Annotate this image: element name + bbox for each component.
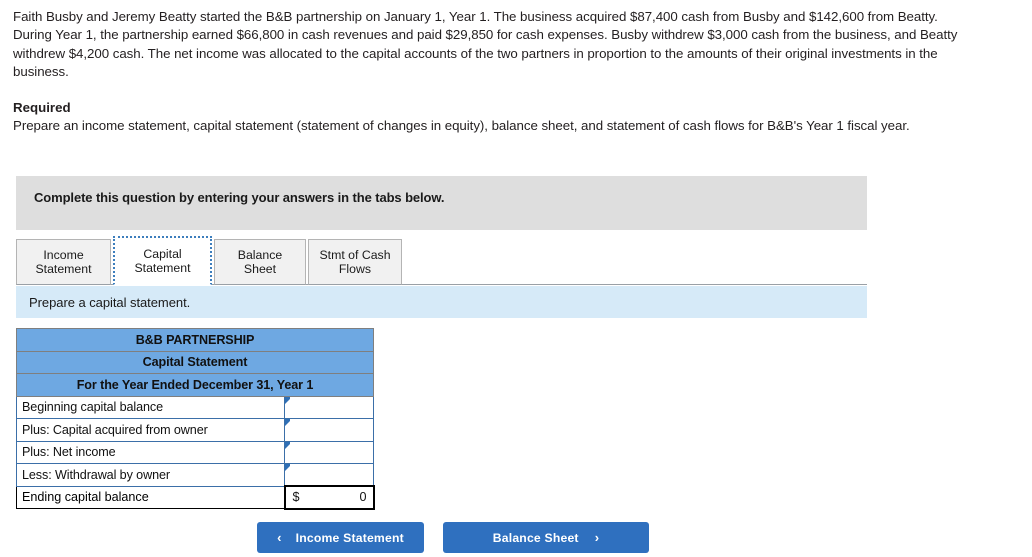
table-title-row: B&B PARTNERSHIP: [16, 328, 374, 352]
dropdown-marker-icon: [285, 396, 290, 404]
table-title-row: For the Year Ended December 31, Year 1: [16, 373, 374, 397]
table-total-row: Ending capital balance $ 0: [16, 485, 375, 510]
statement-tabs: Income Statement Capital Statement Balan…: [16, 236, 867, 285]
table-title-row: Capital Statement: [16, 350, 374, 374]
chevron-left-icon: ‹: [277, 530, 282, 545]
navigation-button-group: ‹ Income Statement Balance Sheet ›: [257, 522, 649, 553]
row-label-beginning-capital-balance[interactable]: Beginning capital balance: [16, 395, 285, 419]
required-heading: Required: [13, 100, 71, 115]
next-balance-sheet-button[interactable]: Balance Sheet ›: [443, 522, 649, 553]
dropdown-marker-icon: [285, 419, 290, 426]
tab-balance-sheet[interactable]: Balance Sheet: [214, 239, 306, 285]
row-label-withdrawal-by-owner[interactable]: Less: Withdrawal by owner: [16, 463, 285, 487]
row-value-net-income[interactable]: [284, 440, 374, 464]
statement-company-name: B&B PARTNERSHIP: [16, 328, 374, 352]
dropdown-marker-icon: [285, 441, 290, 449]
row-value-withdrawal-by-owner[interactable]: [284, 463, 374, 487]
capital-statement-table: B&B PARTNERSHIP Capital Statement For th…: [16, 328, 375, 510]
complete-question-banner-text: Complete this question by entering your …: [34, 190, 445, 205]
problem-statement-text: Faith Busby and Jeremy Beatty started th…: [13, 9, 958, 80]
tab-capital-statement[interactable]: Capital Statement: [113, 236, 212, 285]
required-section: Required Prepare an income statement, ca…: [13, 99, 963, 135]
dropdown-marker-icon: [285, 464, 290, 471]
previous-income-statement-button[interactable]: ‹ Income Statement: [257, 522, 424, 553]
table-row: Plus: Capital acquired from owner: [16, 418, 374, 442]
next-button-label: Balance Sheet: [492, 530, 579, 545]
previous-button-label: Income Statement: [295, 530, 404, 545]
row-value-capital-acquired-from-owner[interactable]: [284, 418, 374, 442]
row-value-beginning-capital-balance[interactable]: [284, 395, 374, 419]
table-row: Beginning capital balance: [16, 395, 374, 419]
statement-type-title: Capital Statement: [16, 350, 374, 374]
prompt-bar-text: Prepare a capital statement.: [29, 294, 191, 310]
row-label-capital-acquired-from-owner[interactable]: Plus: Capital acquired from owner: [16, 418, 285, 442]
table-row: Less: Withdrawal by owner: [16, 463, 374, 487]
row-label-net-income[interactable]: Plus: Net income: [16, 440, 285, 464]
prompt-bar: Prepare a capital statement.: [16, 286, 867, 318]
statement-period-title: For the Year Ended December 31, Year 1: [16, 373, 374, 397]
table-row: Plus: Net income: [16, 440, 374, 464]
tab-stmt-of-cash-flows[interactable]: Stmt of Cash Flows: [308, 239, 402, 285]
complete-question-banner: Complete this question by entering your …: [16, 176, 867, 230]
currency-symbol: $: [292, 490, 300, 505]
tab-income-statement[interactable]: Income Statement: [16, 239, 111, 285]
ending-capital-balance-amount: 0: [359, 490, 367, 505]
row-label-ending-capital-balance: Ending capital balance: [16, 485, 285, 509]
row-value-ending-capital-balance: $ 0: [283, 485, 375, 510]
chevron-right-icon: ›: [594, 530, 600, 545]
required-description: Prepare an income statement, capital sta…: [13, 118, 910, 133]
